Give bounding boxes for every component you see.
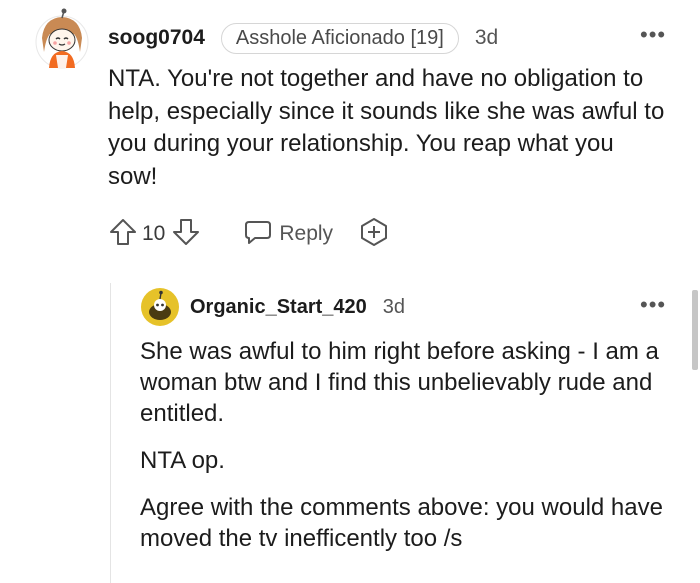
user-avatar-icon: [141, 288, 179, 326]
comment-header: soog0704 Asshole Aficionado [19] 3d: [108, 22, 498, 54]
thread-line[interactable]: [110, 283, 111, 583]
reply-label: Reply: [279, 222, 334, 245]
vote-count: 10: [142, 222, 166, 245]
more-options-icon[interactable]: •••: [640, 292, 666, 318]
reply-body: She was awful to him right before asking…: [140, 336, 680, 570]
reply-paragraph: Agree with the comments above: you would…: [140, 494, 663, 552]
user-avatar[interactable]: [34, 8, 90, 70]
upvote-icon[interactable]: [108, 217, 138, 252]
comment-actions: 10 Reply: [108, 214, 389, 254]
reply-username[interactable]: Organic_Start_420: [190, 296, 367, 319]
comment-timestamp[interactable]: 3d: [475, 26, 498, 50]
award-button[interactable]: [359, 217, 389, 252]
comment-body: NTA. You're not together and have no obl…: [108, 65, 665, 190]
more-options-icon[interactable]: •••: [640, 22, 666, 48]
reply-avatar[interactable]: [140, 287, 180, 327]
user-flair: Asshole Aficionado [19]: [220, 22, 459, 54]
user-avatar-icon: [35, 8, 89, 69]
comment-username[interactable]: soog0704: [108, 26, 205, 50]
reply-paragraph: NTA op.: [140, 447, 225, 474]
scrollbar[interactable]: [692, 290, 698, 370]
reply-paragraph: She was awful to him right before asking…: [140, 338, 659, 427]
reply-header: Organic_Start_420 3d: [190, 292, 405, 322]
reply-button[interactable]: Reply: [243, 218, 333, 251]
reply-icon: [243, 218, 273, 251]
reply-timestamp[interactable]: 3d: [383, 296, 405, 319]
downvote-icon[interactable]: [171, 217, 201, 252]
award-icon: [359, 217, 389, 252]
